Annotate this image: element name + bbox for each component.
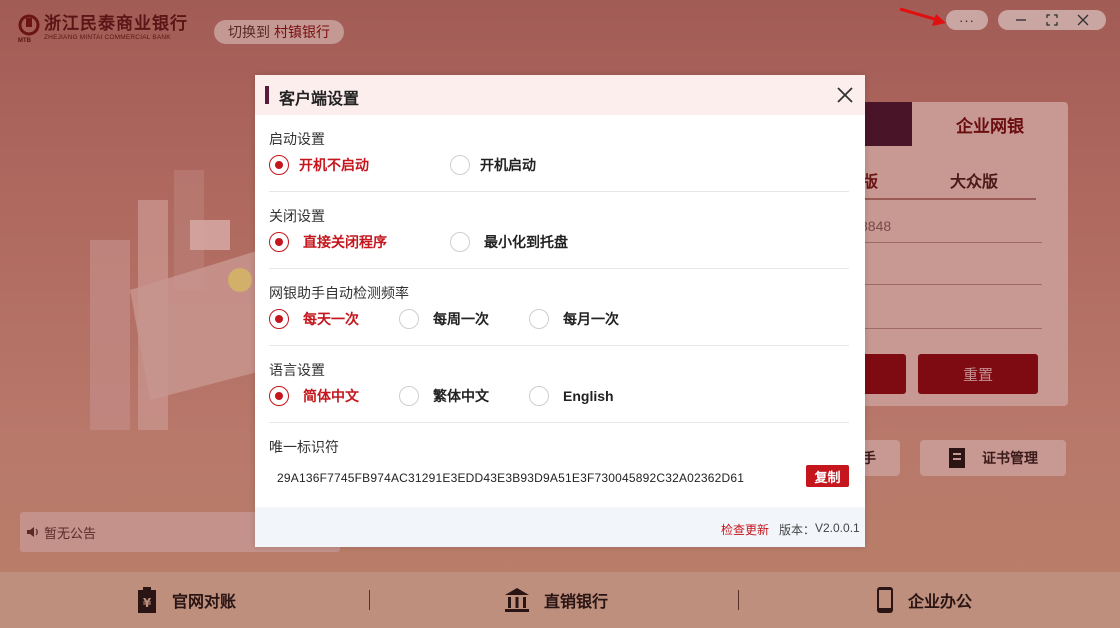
window-controls: [998, 10, 1106, 30]
bottom-nav-direct-bank[interactable]: 直销银行: [504, 572, 608, 628]
switch-bank-button[interactable]: 切换到 村镇银行: [214, 20, 344, 44]
radio-close-minimize-tray[interactable]: 最小化到托盘: [450, 232, 568, 252]
login-tab-enterprise[interactable]: 企业网银: [912, 102, 1068, 146]
radio-language-english[interactable]: English: [529, 386, 614, 406]
certificate-management-button[interactable]: 证书管理: [920, 440, 1066, 476]
radio-frequency-weekly[interactable]: 每周一次: [399, 309, 489, 329]
reset-button[interactable]: 重置: [918, 354, 1038, 394]
certificate-management-label: 证书管理: [982, 450, 1038, 466]
mobile-phone-icon: [877, 587, 893, 613]
radio-label: 每月一次: [563, 311, 619, 327]
radio-label: 简体中文: [303, 388, 359, 404]
unique-id-value: 29A136F7745FB974AC31291E3EDD43E3B93D9A51…: [277, 471, 745, 485]
version-value: V2.0.0.1: [815, 521, 860, 535]
maximize-icon[interactable]: [1046, 14, 1058, 26]
bottom-nav-label: 直销银行: [544, 594, 609, 611]
radio-circle: [450, 155, 470, 175]
radio-label: 开机不启动: [299, 157, 369, 173]
subtab-divider: [860, 198, 1036, 200]
radio-startup-enabled[interactable]: 开机启动: [450, 155, 536, 175]
radio-label: 繁体中文: [433, 388, 489, 404]
bank-name-en: ZHEJIANG MINTAI COMMERCIAL BANK: [44, 34, 171, 41]
bank-name: 浙江民泰商业银行: [44, 14, 188, 33]
section-divider: [269, 191, 849, 192]
svg-text:¥: ¥: [143, 596, 152, 610]
title-accent-bar: [265, 86, 269, 104]
radio-label: 直接关闭程序: [303, 234, 387, 250]
radio-label: 开机启动: [480, 157, 536, 173]
bottom-nav: ¥ 官网对账 直销银行 企业办公: [0, 572, 1120, 628]
login-panel: 企业网银 版 大众版 8848 重置: [840, 102, 1068, 406]
radio-circle: [450, 232, 470, 252]
top-bar: 浙江民泰商业银行 ZHEJIANG MINTAI COMMERCIAL BANK…: [0, 0, 1120, 60]
radio-circle: [529, 309, 549, 329]
section-divider: [269, 422, 849, 423]
more-menu-button[interactable]: ···: [946, 10, 988, 30]
radio-language-simplified[interactable]: 简体中文: [269, 386, 359, 406]
switch-target: 村镇银行: [274, 24, 330, 40]
dialog-title: 客户端设置: [279, 91, 360, 108]
version-label: 版本：: [779, 523, 816, 537]
copy-button[interactable]: 复制: [806, 465, 849, 487]
bottom-nav-divider: [369, 590, 370, 610]
bottom-nav-statement[interactable]: ¥ 官网对账: [136, 572, 236, 628]
bottom-nav-label: 官网对账: [172, 594, 237, 611]
radio-label: 每周一次: [433, 311, 489, 327]
close-settings-label: 关闭设置: [269, 208, 325, 224]
close-icon[interactable]: [835, 85, 855, 105]
login-subtab-2[interactable]: 大众版: [950, 168, 998, 192]
language-settings-label: 语言设置: [269, 362, 325, 378]
window-close-icon[interactable]: [1077, 14, 1089, 26]
client-settings-dialog: 客户端设置 启动设置 开机不启动 开机启动 关闭设置 直接关闭程序 最小化到托盘…: [255, 75, 865, 547]
radio-circle: [269, 155, 289, 175]
hero-illustration: [90, 170, 265, 430]
radio-label: 最小化到托盘: [484, 234, 568, 250]
radio-language-traditional[interactable]: 繁体中文: [399, 386, 489, 406]
radio-circle: [529, 386, 549, 406]
switch-prefix: 切换到: [228, 24, 270, 40]
minimize-icon[interactable]: [1015, 14, 1027, 26]
speaker-icon: [27, 527, 38, 537]
statement-icon: ¥: [138, 587, 156, 613]
radio-label: 每天一次: [303, 311, 359, 327]
field-underline: [860, 284, 1042, 285]
unique-id-label: 唯一标识符: [269, 439, 339, 455]
logo-tag: MTB: [18, 38, 31, 44]
dialog-header: 客户端设置: [255, 75, 865, 115]
radio-circle: [269, 386, 289, 406]
field-underline: [860, 242, 1042, 243]
notice-text: 暂无公告: [44, 525, 97, 541]
check-frequency-label: 网银助手自动检测频率: [269, 285, 409, 301]
radio-close-exit[interactable]: 直接关闭程序: [269, 232, 387, 252]
section-divider: [269, 268, 849, 269]
check-update-link[interactable]: 检查更新: [721, 521, 769, 538]
bank-logo: 浙江民泰商业银行 ZHEJIANG MINTAI COMMERCIAL BANK: [18, 14, 188, 42]
field-underline: [860, 328, 1042, 329]
bottom-nav-label: 企业办公: [908, 594, 973, 611]
pointer-arrow-icon: [899, 7, 946, 26]
certificate-icon: [949, 448, 965, 468]
radio-circle: [269, 309, 289, 329]
startup-settings-label: 启动设置: [269, 131, 325, 147]
bank-name-block: 浙江民泰商业银行 ZHEJIANG MINTAI COMMERCIAL BANK: [44, 14, 188, 42]
bank-logo-icon: [18, 14, 40, 36]
login-button[interactable]: [860, 354, 906, 394]
radio-frequency-monthly[interactable]: 每月一次: [529, 309, 619, 329]
radio-circle: [399, 309, 419, 329]
radio-frequency-daily[interactable]: 每天一次: [269, 309, 359, 329]
radio-circle: [399, 386, 419, 406]
bank-building-icon: [505, 588, 529, 612]
radio-startup-disabled[interactable]: 开机不启动: [269, 155, 369, 175]
radio-circle: [269, 232, 289, 252]
radio-label: English: [563, 388, 614, 404]
dialog-footer: 检查更新 版本： V2.0.0.1: [255, 507, 865, 547]
bottom-nav-divider: [738, 590, 739, 610]
bottom-nav-enterprise-office[interactable]: 企业办公: [876, 572, 972, 628]
section-divider: [269, 345, 849, 346]
